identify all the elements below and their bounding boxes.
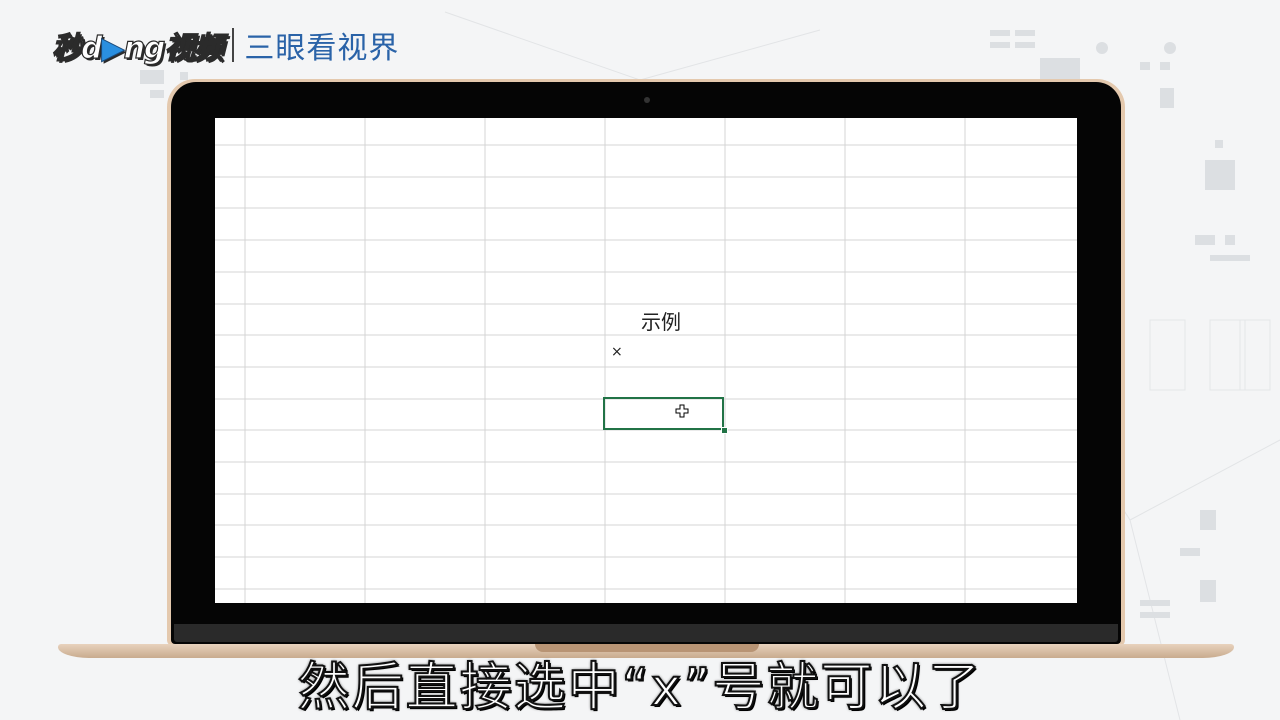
selected-cell[interactable]	[603, 397, 724, 430]
spreadsheet-screen: 示例 ×	[215, 118, 1077, 603]
video-subtitle: 然后直接选中“x”号就可以了	[297, 657, 983, 719]
partner-logo-text: 三眼看视界	[244, 31, 400, 66]
cell-select-cursor-icon	[675, 404, 689, 418]
logo-divider	[232, 28, 235, 62]
brand-logo: 秒d▶ng视频 三眼看视界	[51, 20, 400, 70]
brand-logo-text: 秒d▶ng视频	[51, 30, 224, 67]
laptop-bezel-bottom	[174, 624, 1118, 642]
cell-x-symbol[interactable]: ×	[611, 344, 623, 360]
webcam-icon	[644, 97, 650, 103]
fill-handle[interactable]	[721, 427, 728, 434]
spreadsheet-grid	[215, 118, 1077, 603]
play-icon: ▶	[101, 31, 125, 67]
cell-example-title[interactable]: 示例	[641, 306, 681, 335]
